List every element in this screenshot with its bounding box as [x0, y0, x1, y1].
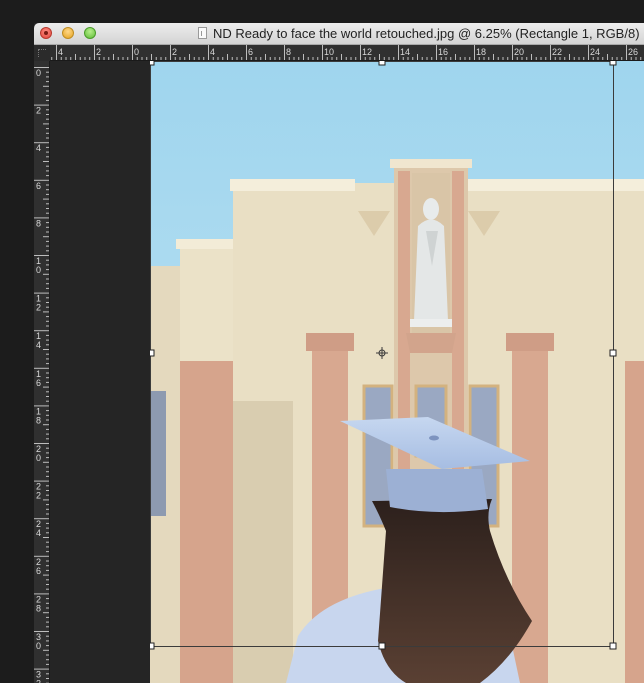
ruler-label: 6: [36, 566, 41, 576]
ruler-label: 4: [58, 47, 63, 57]
photo-graduate-building: [150, 61, 644, 683]
ruler-label: 0: [134, 47, 139, 57]
ruler-label: 0: [36, 265, 41, 275]
ruler-label: 4: [36, 528, 41, 538]
ruler-label: 2: [96, 47, 101, 57]
canvas-image[interactable]: [150, 61, 644, 683]
ruler-label: 6: [248, 47, 253, 57]
ruler-label: 0: [36, 453, 41, 463]
document-window: ND Ready to face the world retouched.jpg…: [34, 23, 644, 683]
ruler-label: 14: [400, 47, 410, 57]
ruler-label: 0: [36, 641, 41, 651]
statue-pedestal: [406, 333, 456, 353]
ruler-label: 20: [514, 47, 524, 57]
ruler-label: 8: [36, 415, 41, 425]
ruler-label: 2: [36, 303, 41, 313]
pillar: [625, 361, 644, 683]
ruler-label: 18: [476, 47, 486, 57]
ruler-label: 6: [36, 378, 41, 388]
ruler-label: 0: [36, 68, 41, 78]
window: [150, 391, 166, 516]
vertical-ruler[interactable]: 02468101214161820222426283032: [34, 61, 50, 683]
ruler-label: 8: [286, 47, 291, 57]
vertical-ruler-scale: 02468101214161820222426283032: [34, 67, 49, 683]
ruler-label: 4: [36, 143, 41, 153]
tower-cap: [390, 159, 472, 168]
close-button[interactable]: [40, 27, 52, 39]
pillar: [180, 361, 233, 683]
window-title: ND Ready to face the world retouched.jpg…: [213, 26, 640, 41]
ruler-label: 8: [36, 603, 41, 613]
ruler-label: 6: [36, 181, 41, 191]
ruler-label: 2: [36, 106, 41, 116]
cornice: [230, 179, 355, 191]
ruler-origin[interactable]: [34, 45, 51, 62]
ruler-label: 4: [36, 340, 41, 350]
ruler-label: 2: [36, 679, 41, 683]
ruler-label: 22: [552, 47, 562, 57]
ruler-label: 10: [324, 47, 334, 57]
minimize-button[interactable]: [62, 27, 74, 39]
horizontal-ruler[interactable]: 4 2 0 2 4 6 8 10 12 14 16 18 20 22 24 26: [37, 45, 644, 61]
zoom-button[interactable]: [84, 27, 96, 39]
cap-base: [386, 469, 488, 513]
title-bar[interactable]: ND Ready to face the world retouched.jpg…: [34, 23, 644, 45]
pillar-capital: [306, 333, 354, 351]
ruler-label: 2: [36, 491, 41, 501]
cornice: [465, 179, 644, 191]
ruler-label: 26: [628, 47, 638, 57]
ruler-label: 16: [438, 47, 448, 57]
ruler-label: 12: [362, 47, 372, 57]
horizontal-ruler-scale: 4 2 0 2 4 6 8 10 12 14 16 18 20 22 24 26: [37, 45, 642, 60]
ruler-label: 24: [590, 47, 600, 57]
cap-button: [429, 435, 439, 441]
cornice: [176, 239, 242, 249]
ruler-label: 8: [36, 218, 41, 228]
ruler-label: 2: [172, 47, 177, 57]
pillar-capital: [506, 333, 554, 351]
ruler-label: 4: [210, 47, 215, 57]
document-icon: [198, 27, 207, 39]
building-wall-shadow: [233, 401, 293, 683]
